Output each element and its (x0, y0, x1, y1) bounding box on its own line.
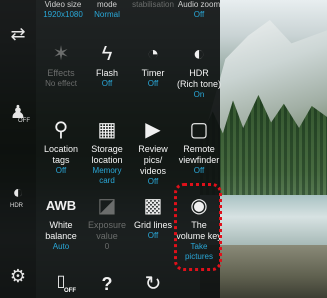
setting-stabilisation-label: stabilisation (132, 0, 174, 9)
setting-effects[interactable]: ✶ Effects No effect (38, 40, 84, 89)
setting-timer-value: Off (147, 79, 159, 88)
hdr-icon: ◐ (192, 43, 206, 65)
settings-gear-icon[interactable]: ⚙ (6, 264, 30, 288)
voice-control-off-badge: OFF (64, 288, 76, 294)
reset-icon: ↻ (144, 273, 162, 295)
setting-exposure-value[interactable]: ◪ Exposure value 0 (84, 192, 130, 252)
setting-review-value: Off (147, 177, 159, 186)
setting-white-balance[interactable]: AWB White balance Auto (38, 192, 84, 252)
setting-audio-zoom-label: Audio zoom (177, 0, 221, 9)
reset-button[interactable]: ↻ (130, 270, 176, 298)
setting-recording-mode-label: mode (96, 0, 117, 9)
setting-storage-location[interactable]: ▦ Storage location Memory card (84, 116, 130, 186)
setting-grid-lines-label: Grid lines (133, 220, 172, 230)
setting-flash[interactable]: ϟ Flash Off (84, 40, 130, 89)
memory-card-icon: ▦ (97, 119, 117, 141)
setting-video-size-value: 1920x1080 (43, 10, 83, 19)
setting-white-balance-label: White balance (45, 220, 77, 241)
setting-exposure-value-label: Exposure value (87, 220, 127, 241)
setting-remote-viewfinder-value: Off (193, 166, 205, 175)
grid-lines-icon: ▩ (143, 195, 163, 217)
setting-grid-lines[interactable]: ▩ Grid lines Off (130, 192, 176, 241)
setting-flash-label: Flash (95, 68, 118, 78)
setting-hdr[interactable]: ◐ HDR (Rich tone) On (176, 40, 222, 100)
setting-recording-mode-value: Normal (94, 10, 120, 19)
setting-review-label: Review pics/ videos (138, 144, 168, 176)
setting-remote-viewfinder[interactable]: ▢ Remote viewfinder Off (176, 116, 222, 176)
phone-icon: ▯ (56, 273, 66, 290)
setting-stabilisation[interactable]: stabilisation (130, 0, 176, 10)
flash-off-icon: ϟ (101, 43, 113, 65)
exposure-icon: ◪ (97, 195, 117, 217)
setting-location-tags[interactable]: ⚲ Location tags Off (38, 116, 84, 176)
hdr-shortcut-icon[interactable]: ◐ (6, 180, 30, 204)
setting-flash-value: Off (101, 79, 113, 88)
setting-video-size-label: Video size (44, 0, 82, 9)
awb-icon: AWB (45, 198, 77, 213)
setting-white-balance-value: Auto (52, 242, 70, 251)
setting-storage-location-label: Storage location (91, 144, 123, 165)
help-icon: ? (101, 274, 113, 294)
setting-effects-value: No effect (45, 79, 77, 88)
setting-exposure-value-value: 0 (104, 242, 110, 251)
mode-off-badge: OFF (18, 118, 30, 124)
setting-audio-zoom-value: Off (193, 10, 205, 19)
setting-hdr-value: On (193, 90, 205, 99)
setting-audio-zoom[interactable]: Audio zoom Off (176, 0, 222, 20)
review-off-icon: ▶ (145, 119, 161, 141)
setting-recording-mode[interactable]: mode Normal (84, 0, 130, 20)
left-toolbar: ⇄ ♟ OFF ◐ HDR ⚙ (0, 0, 36, 298)
location-off-icon: ⚲ (53, 119, 69, 141)
switch-camera-icon[interactable]: ⇄ (6, 22, 30, 46)
setting-grid-lines-value: Off (147, 231, 159, 240)
setting-location-tags-value: Off (55, 166, 67, 175)
setting-timer-label: Timer (141, 68, 165, 78)
hdr-shortcut-label: HDR (10, 203, 23, 209)
volume-key-highlight (174, 183, 222, 271)
setting-video-size[interactable]: Video size 1920x1080 (40, 0, 86, 20)
timer-off-icon: ◔ (146, 43, 160, 65)
setting-storage-location-value: Memory card (92, 166, 122, 185)
setting-voice-control[interactable]: ▯ (38, 268, 84, 296)
setting-effects-label: Effects (47, 68, 75, 78)
remote-viewfinder-icon: ▢ (189, 119, 209, 141)
setting-remote-viewfinder-label: Remote viewfinder (178, 144, 220, 165)
setting-timer[interactable]: ◔ Timer Off (130, 40, 176, 89)
setting-hdr-label: HDR (Rich tone) (176, 68, 221, 89)
help-button[interactable]: ? (84, 270, 130, 298)
effects-icon: ✶ (52, 43, 70, 65)
setting-location-tags-label: Location tags (43, 144, 79, 165)
setting-review[interactable]: ▶ Review pics/ videos Off (130, 116, 176, 187)
